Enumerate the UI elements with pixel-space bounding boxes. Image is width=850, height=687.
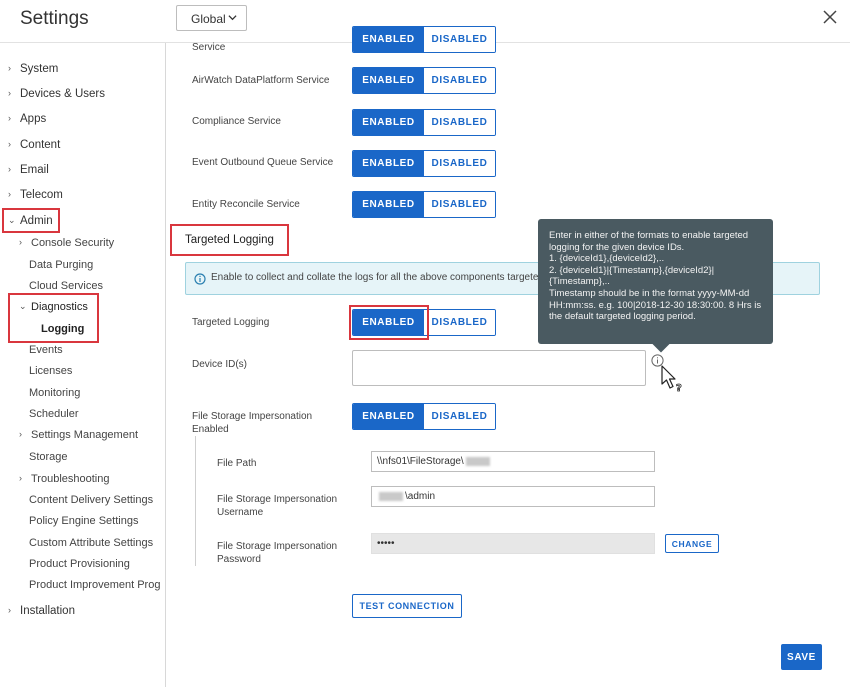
device-ids-input[interactable]: [352, 350, 646, 386]
sidebar-item-telecom[interactable]: › Telecom: [8, 189, 63, 201]
sidebar-item-devices-users[interactable]: › Devices & Users: [8, 88, 105, 100]
sidebar-item-monitoring[interactable]: Monitoring: [29, 387, 80, 399]
nested-group-divider: [195, 436, 196, 566]
chevron-down-icon: [228, 15, 237, 21]
sidebar-item-product-provisioning[interactable]: Product Provisioning: [29, 558, 130, 570]
sidebar-item-email[interactable]: › Email: [8, 164, 49, 176]
sidebar-item-custom-attribute[interactable]: Custom Attribute Settings: [29, 537, 153, 549]
service-label: Compliance Service: [192, 116, 281, 127]
sidebar-item-apps[interactable]: › Apps: [8, 113, 46, 125]
sidebar-item-console-security[interactable]: › Console Security: [19, 237, 114, 249]
sidebar-item-storage[interactable]: Storage: [29, 451, 68, 463]
file-path-input[interactable]: \\nfs01\FileStorage\: [371, 451, 655, 472]
chevron-right-icon: ›: [8, 189, 11, 199]
disabled-option[interactable]: DISABLED: [424, 151, 495, 176]
service-label: Service: [192, 42, 226, 53]
sidebar-item-policy-engine[interactable]: Policy Engine Settings: [29, 515, 138, 527]
chevron-right-icon: ›: [8, 139, 11, 149]
event-outbound-queue-toggle[interactable]: ENABLED DISABLED: [352, 150, 496, 177]
enabled-option[interactable]: ENABLED: [353, 27, 424, 52]
impersonation-enabled-label: File Storage Impersonation Enabled: [192, 411, 313, 435]
test-connection-button[interactable]: TEST CONNECTION: [352, 594, 462, 618]
service-label: Event Outbound Queue Service: [192, 157, 334, 168]
chevron-right-icon: ›: [8, 164, 11, 174]
info-icon: [194, 273, 206, 285]
change-password-button[interactable]: CHANGE: [665, 534, 719, 553]
enabled-option[interactable]: ENABLED: [353, 404, 424, 429]
service-label: Entity Reconcile Service: [192, 199, 300, 210]
organization-group-select[interactable]: Global: [176, 5, 247, 31]
sidebar-item-installation[interactable]: › Installation: [8, 605, 75, 617]
svg-text:?: ?: [676, 383, 682, 394]
disabled-option[interactable]: DISABLED: [424, 310, 495, 335]
password-label: File Storage Impersonation Password: [217, 541, 338, 565]
sidebar-item-content[interactable]: › Content: [8, 139, 60, 151]
sidebar-item-data-purging[interactable]: Data Purging: [29, 259, 93, 271]
settings-sidebar: › System › Devices & Users › Apps › Content …: [0, 43, 166, 687]
chevron-right-icon: ›: [8, 113, 11, 123]
redacted-text: [465, 456, 490, 466]
device-ids-help-tooltip: Enter in either of the formats to enable…: [538, 219, 773, 353]
entity-reconcile-toggle[interactable]: ENABLED DISABLED: [352, 191, 496, 218]
disabled-option[interactable]: DISABLED: [424, 110, 495, 135]
page-title: Settings: [20, 8, 89, 29]
service-toggle-0[interactable]: ENABLED DISABLED: [352, 26, 496, 53]
sidebar-item-troubleshooting[interactable]: › Troubleshooting: [19, 473, 109, 485]
redacted-text: [379, 491, 403, 501]
sidebar-item-product-improvement[interactable]: Product Improvement Prog: [29, 579, 160, 591]
disabled-option[interactable]: DISABLED: [424, 192, 495, 217]
info-banner-text: Enable to collect and collate the logs f…: [211, 272, 550, 283]
targeted-logging-label: Targeted Logging: [192, 317, 270, 328]
scope-select-value: Global: [191, 12, 226, 26]
disabled-option[interactable]: DISABLED: [424, 68, 495, 93]
airwatch-dataplatform-toggle[interactable]: ENABLED DISABLED: [352, 67, 496, 94]
chevron-right-icon: ›: [8, 88, 11, 98]
service-label: AirWatch DataPlatform Service: [192, 75, 330, 86]
username-label: File Storage Impersonation Username: [217, 494, 338, 518]
enabled-option[interactable]: ENABLED: [353, 110, 424, 135]
compliance-service-toggle[interactable]: ENABLED DISABLED: [352, 109, 496, 136]
chevron-right-icon: ›: [8, 63, 11, 73]
file-path-label: File Path: [217, 458, 257, 469]
enabled-option[interactable]: ENABLED: [353, 151, 424, 176]
close-icon[interactable]: [822, 9, 838, 25]
chevron-right-icon: ›: [8, 605, 11, 615]
logging-settings-panel: Service ENABLED DISABLED AirWatch DataPla…: [166, 26, 850, 687]
highlight-box-diagnostics: [8, 293, 99, 343]
highlight-box-targeted-heading: [170, 224, 289, 256]
highlight-box-enabled: [349, 305, 429, 340]
sidebar-item-licenses[interactable]: Licenses: [29, 365, 72, 377]
disabled-option[interactable]: DISABLED: [424, 404, 495, 429]
enabled-option[interactable]: ENABLED: [353, 192, 424, 217]
sidebar-item-system[interactable]: › System: [8, 63, 58, 75]
sidebar-item-events[interactable]: Events: [29, 344, 63, 356]
help-cursor-icon: ?: [661, 365, 682, 394]
save-button[interactable]: SAVE: [781, 644, 822, 670]
disabled-option[interactable]: DISABLED: [424, 27, 495, 52]
sidebar-item-cloud-services[interactable]: Cloud Services: [29, 280, 103, 292]
username-input[interactable]: \admin: [371, 486, 655, 507]
impersonation-toggle[interactable]: ENABLED DISABLED: [352, 403, 496, 430]
chevron-right-icon: ›: [19, 473, 22, 483]
chevron-right-icon: ›: [19, 237, 22, 247]
sidebar-item-settings-management[interactable]: › Settings Management: [19, 429, 138, 441]
highlight-box-admin: [2, 208, 60, 233]
device-ids-label: Device ID(s): [192, 359, 248, 370]
sidebar-item-scheduler[interactable]: Scheduler: [29, 408, 79, 420]
enabled-option[interactable]: ENABLED: [353, 68, 424, 93]
chevron-right-icon: ›: [19, 429, 22, 439]
password-input[interactable]: •••••: [371, 533, 655, 554]
sidebar-item-content-delivery[interactable]: Content Delivery Settings: [29, 494, 153, 506]
